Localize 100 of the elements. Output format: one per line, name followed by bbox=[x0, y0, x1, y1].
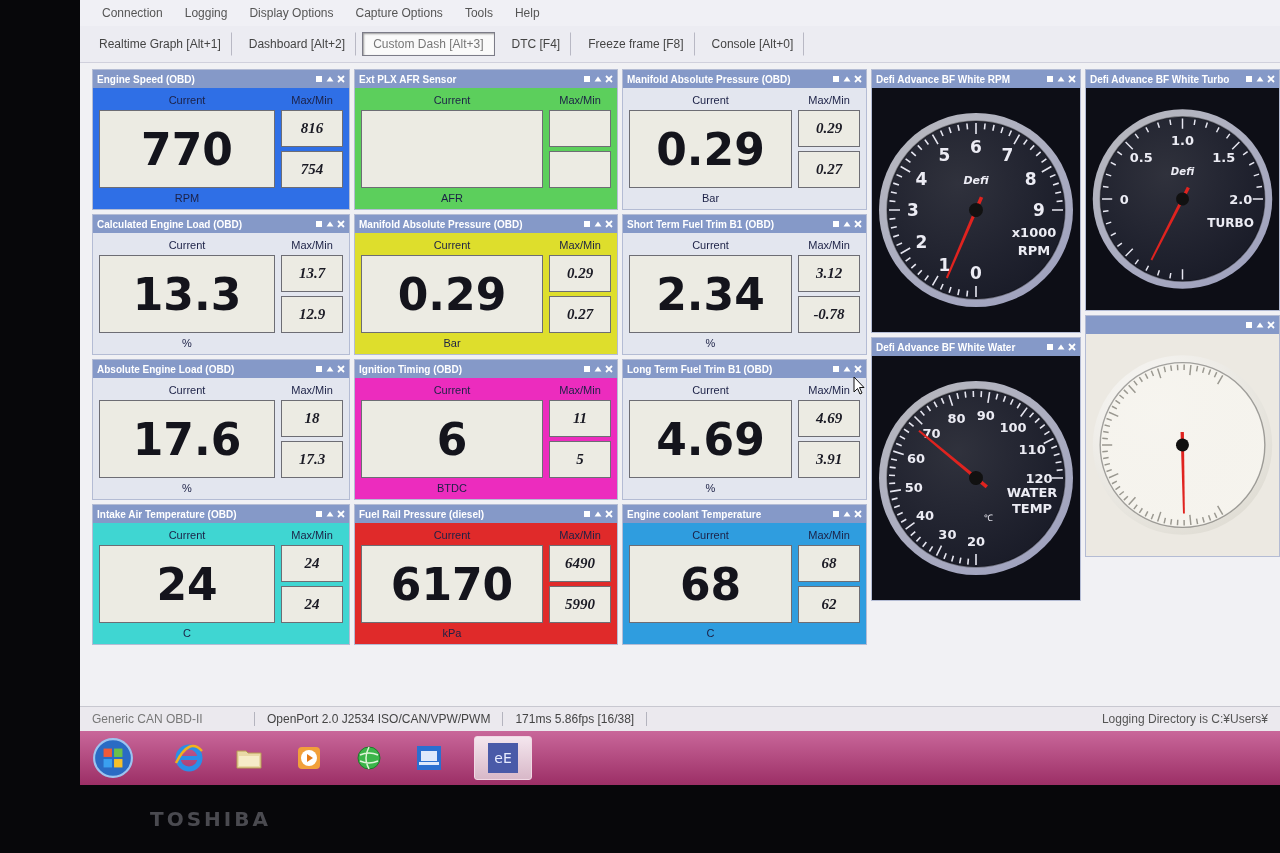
square-icon[interactable] bbox=[583, 75, 591, 83]
caret-up-icon[interactable] bbox=[843, 220, 851, 228]
taskbar-button[interactable] bbox=[354, 743, 384, 773]
square-icon[interactable] bbox=[315, 365, 323, 373]
caret-up-icon[interactable] bbox=[1057, 343, 1065, 351]
max-min-label: Max/Min bbox=[291, 94, 333, 106]
caret-up-icon[interactable] bbox=[1256, 321, 1264, 329]
globe-icon bbox=[354, 743, 384, 773]
taskbar-button[interactable]: eE bbox=[474, 736, 532, 780]
close-icon[interactable] bbox=[1068, 75, 1076, 83]
max-display: 11 bbox=[549, 400, 611, 437]
scale-label: 30 bbox=[938, 526, 957, 542]
close-icon[interactable] bbox=[854, 365, 862, 373]
square-icon[interactable] bbox=[583, 220, 591, 228]
caret-up-icon[interactable] bbox=[594, 365, 602, 373]
value-display: 6170 bbox=[361, 545, 543, 623]
value-display: 6 bbox=[361, 400, 543, 478]
scale-label: 4 bbox=[915, 168, 928, 189]
max-min-label: Max/Min bbox=[291, 529, 333, 541]
scale-label: 8 bbox=[1024, 168, 1037, 189]
close-icon[interactable] bbox=[1267, 321, 1275, 329]
cursor-icon bbox=[853, 376, 865, 395]
max-min-label: Max/Min bbox=[559, 239, 601, 251]
brand-logo: Defi bbox=[963, 173, 989, 187]
unit-label: C bbox=[183, 627, 191, 641]
menu-item[interactable]: Capture Options bbox=[347, 6, 451, 20]
max-min-label: Max/Min bbox=[808, 239, 850, 251]
toolbar-tab[interactable]: Console [Alt+0] bbox=[700, 32, 805, 56]
panel-title: Short Term Fuel Trim B1 (OBD) bbox=[627, 218, 775, 230]
scale-label: 100 bbox=[999, 419, 1027, 435]
square-icon[interactable] bbox=[315, 220, 323, 228]
caret-up-icon[interactable] bbox=[326, 365, 334, 373]
close-icon[interactable] bbox=[854, 510, 862, 518]
square-icon[interactable] bbox=[315, 510, 323, 518]
square-icon[interactable] bbox=[832, 220, 840, 228]
square-icon[interactable] bbox=[315, 75, 323, 83]
square-icon[interactable] bbox=[1245, 75, 1253, 83]
square-icon[interactable] bbox=[1046, 75, 1054, 83]
close-icon[interactable] bbox=[1267, 75, 1275, 83]
menu-item[interactable]: Connection bbox=[94, 6, 171, 20]
start-orb-icon[interactable] bbox=[92, 737, 134, 779]
caret-up-icon[interactable] bbox=[594, 510, 602, 518]
gauge-caption: TEMP bbox=[1011, 500, 1053, 516]
toolbar-tab[interactable]: Custom Dash [Alt+3] bbox=[362, 32, 495, 56]
status-text: OpenPort 2.0 J2534 ISO/CAN/VPW/PWM bbox=[255, 712, 504, 726]
menu-item[interactable]: Display Options bbox=[241, 6, 342, 20]
close-icon[interactable] bbox=[605, 365, 613, 373]
square-icon[interactable] bbox=[832, 75, 840, 83]
menu-item[interactable]: Logging bbox=[176, 6, 236, 20]
close-icon[interactable] bbox=[854, 220, 862, 228]
caret-up-icon[interactable] bbox=[326, 510, 334, 518]
taskbar-button[interactable] bbox=[414, 743, 444, 773]
value-display: 13.3 bbox=[99, 255, 275, 333]
panel-title: Ext PLX AFR Sensor bbox=[359, 73, 457, 85]
square-icon[interactable] bbox=[832, 510, 840, 518]
value-display: 770 bbox=[99, 110, 275, 188]
square-icon[interactable] bbox=[583, 510, 591, 518]
taskbar-button[interactable] bbox=[174, 743, 204, 773]
max-min-label: Max/Min bbox=[808, 384, 850, 396]
square-icon[interactable] bbox=[1046, 343, 1054, 351]
current-label: Current bbox=[692, 384, 729, 396]
toolbar-tab[interactable]: Dashboard [Alt+2] bbox=[237, 32, 357, 56]
close-icon[interactable] bbox=[337, 220, 345, 228]
caret-up-icon[interactable] bbox=[1057, 75, 1065, 83]
close-icon[interactable] bbox=[337, 75, 345, 83]
unit-label: kPa bbox=[442, 627, 462, 641]
close-icon[interactable] bbox=[337, 510, 345, 518]
panel-title: Defi Advance BF White Water bbox=[876, 341, 1016, 353]
menu-item[interactable]: Tools bbox=[456, 6, 501, 20]
close-icon[interactable] bbox=[605, 220, 613, 228]
scale-label: 1.5 bbox=[1212, 150, 1236, 166]
close-icon[interactable] bbox=[605, 510, 613, 518]
close-icon[interactable] bbox=[337, 365, 345, 373]
caret-up-icon[interactable] bbox=[326, 75, 334, 83]
caret-up-icon[interactable] bbox=[843, 365, 851, 373]
caret-up-icon[interactable] bbox=[594, 220, 602, 228]
menu-item[interactable]: Help bbox=[506, 6, 548, 20]
scale-label: 90 bbox=[976, 408, 995, 424]
close-icon[interactable] bbox=[1068, 343, 1076, 351]
square-icon[interactable] bbox=[1245, 321, 1253, 329]
toolbar-tab[interactable]: Freeze frame [F8] bbox=[577, 32, 695, 56]
max-display: 3.12 bbox=[798, 255, 860, 292]
caret-up-icon[interactable] bbox=[326, 220, 334, 228]
square-icon[interactable] bbox=[832, 365, 840, 373]
panel-title: Engine coolant Temperature bbox=[627, 508, 762, 520]
toolbar-tab[interactable]: DTC [F4] bbox=[500, 32, 572, 56]
scale-label: 20 bbox=[966, 533, 986, 549]
caret-up-icon[interactable] bbox=[843, 75, 851, 83]
min-display bbox=[549, 151, 611, 188]
unit-label: % bbox=[705, 482, 716, 496]
brand-logo: Defi bbox=[1170, 165, 1195, 177]
close-icon[interactable] bbox=[605, 75, 613, 83]
caret-up-icon[interactable] bbox=[594, 75, 602, 83]
current-label: Current bbox=[168, 529, 206, 541]
caret-up-icon[interactable] bbox=[843, 510, 851, 518]
toolbar-tab[interactable]: Realtime Graph [Alt+1] bbox=[88, 32, 232, 56]
caret-up-icon[interactable] bbox=[1256, 75, 1264, 83]
close-icon[interactable] bbox=[854, 75, 862, 83]
current-label: Current bbox=[433, 384, 471, 396]
square-icon[interactable] bbox=[583, 365, 591, 373]
